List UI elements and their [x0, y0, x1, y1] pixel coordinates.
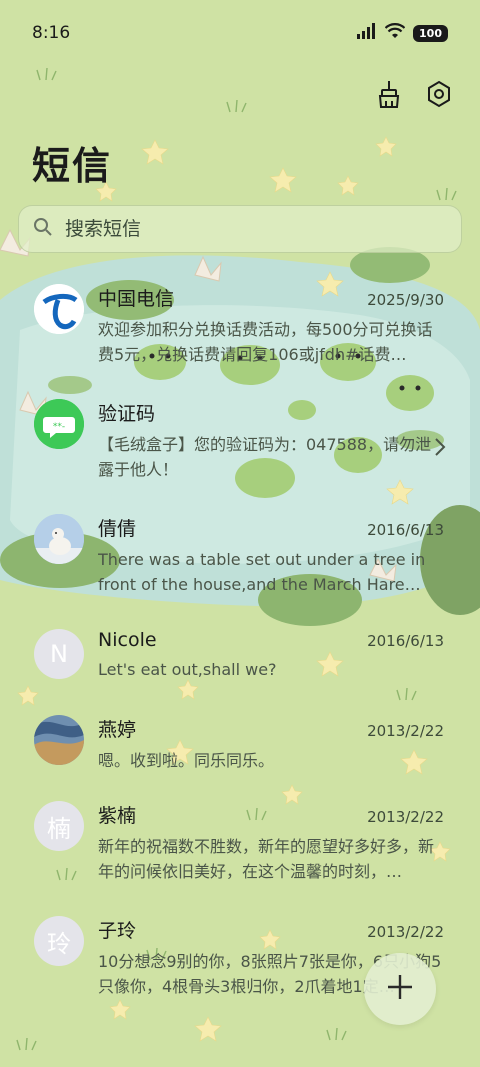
- contact-name: 中国电信: [98, 288, 175, 310]
- message-preview: Let's eat out,shall we?: [98, 660, 277, 679]
- broom-icon[interactable]: [372, 76, 402, 112]
- conversation-item[interactable]: 中国电信 2025/9/30 欢迎参加积分兑换话费活动，每500分可兑换话费5元…: [0, 272, 480, 387]
- message-date: 2025/9/30: [367, 291, 444, 309]
- contact-name: 倩倩: [98, 518, 137, 540]
- search-box[interactable]: [18, 205, 462, 253]
- message-preview: 【毛绒盒子】您的验证码为：047588，请勿泄露于他人！: [98, 435, 432, 479]
- svg-text:**-: **-: [53, 422, 65, 432]
- conversation-list: 中国电信 2025/9/30 欢迎参加积分兑换话费活动，每500分可兑换话费5元…: [0, 272, 480, 1019]
- conversation-item[interactable]: **- 验证码 【毛绒盒子】您的验证码为：047588，请勿泄露于他人！: [0, 387, 480, 502]
- painting-photo: [34, 715, 84, 765]
- search-input[interactable]: [65, 218, 425, 240]
- page-title: 短信: [32, 144, 113, 188]
- message-date: 2013/2/22: [367, 923, 444, 941]
- status-bar: 8:16 100: [0, 0, 480, 66]
- message-date: 2016/6/13: [367, 521, 444, 539]
- status-icons: 100: [357, 23, 448, 43]
- toolbar: [372, 76, 454, 112]
- conversation-item[interactable]: 燕婷 2013/2/22 嗯。收到啦。同乐同乐。: [0, 703, 480, 789]
- chevron-right-icon[interactable]: [434, 437, 446, 461]
- message-preview: 嗯。收到啦。同乐同乐。: [98, 751, 275, 770]
- avatar: 楠: [34, 801, 84, 851]
- signal-icon: [357, 23, 377, 43]
- contact-name: 子玲: [98, 920, 137, 942]
- message-date: 2013/2/22: [367, 722, 444, 740]
- avatar: N: [34, 629, 84, 679]
- new-message-button[interactable]: [364, 953, 436, 1025]
- search-icon: [33, 217, 53, 241]
- message-date: 2013/2/22: [367, 808, 444, 826]
- conversation-item[interactable]: 楠 紫楠 2013/2/22 新年的祝福数不胜数，新年的愿望好多好多，新年的问候…: [0, 789, 480, 904]
- avatar: 玲: [34, 916, 84, 966]
- contact-name: Nicole: [98, 629, 157, 651]
- plus-icon: [385, 972, 415, 1006]
- status-time: 8:16: [32, 23, 71, 43]
- battery-indicator: 100: [413, 24, 448, 42]
- wifi-icon: [384, 23, 406, 43]
- chat-bubble-icon: **-: [34, 399, 84, 449]
- message-preview: 新年的祝福数不胜数，新年的愿望好多好多，新年的问候依旧美好，在这个温馨的时刻，…: [98, 837, 435, 881]
- conversation-item[interactable]: 倩倩 2016/6/13 There was a table set out u…: [0, 502, 480, 617]
- polar-bear-photo: [34, 514, 84, 564]
- message-preview: 欢迎参加积分兑换话费活动，每500分可兑换话费5元，兑换话费请回复106或jfd…: [98, 320, 433, 364]
- conversation-item[interactable]: N Nicole 2016/6/13 Let's eat out,shall w…: [0, 617, 480, 703]
- message-date: 2016/6/13: [367, 632, 444, 650]
- contact-name: 紫楠: [98, 805, 137, 827]
- china-telecom-logo: [34, 284, 84, 334]
- message-preview: There was a table set out under a tree i…: [98, 550, 426, 594]
- contact-name: 验证码: [98, 403, 156, 425]
- contact-name: 燕婷: [98, 719, 137, 741]
- gear-icon[interactable]: [424, 76, 454, 112]
